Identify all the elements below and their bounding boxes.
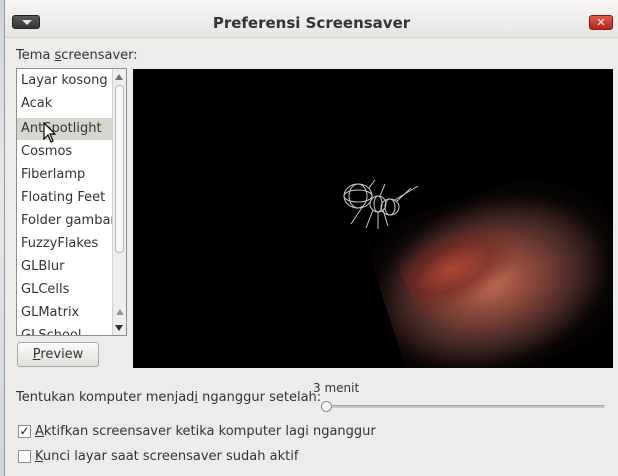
theme-label: Tema screensaver: — [16, 48, 138, 63]
window-title: Preferensi Screensaver — [212, 14, 411, 32]
screensaver-preferences-window: Preferensi Screensaver ✕ Tema screensave… — [4, 0, 618, 476]
list-item[interactable]: Floating Feet — [17, 187, 113, 209]
list-item[interactable]: Layar kosong — [17, 70, 113, 92]
list-item[interactable]: Fiberlamp — [17, 164, 113, 186]
check-mark-icon: ✓ — [19, 424, 30, 438]
scroll-up-step-icon[interactable] — [116, 309, 124, 315]
titlebar: Preferensi Screensaver ✕ — [5, 0, 618, 38]
list-item[interactable]: GLMatrix — [17, 302, 113, 324]
list-item[interactable]: GLBlur — [17, 256, 113, 278]
activate-screensaver-label[interactable]: Aktifkan screensaver ketika komputer lag… — [35, 424, 376, 439]
lock-mnemonic: K — [35, 449, 43, 464]
list-item[interactable]: FuzzyFlakes — [17, 233, 113, 255]
lock-screen-label[interactable]: Kunci layar saat screensaver sudah aktif — [35, 449, 298, 464]
idle-time-slider-handle[interactable] — [321, 401, 332, 412]
theme-label-post: creensaver: — [61, 48, 138, 63]
activate-text: ktifkan screensaver ketika komputer lagi… — [43, 424, 376, 439]
preview-button[interactable]: Preview — [17, 342, 99, 367]
list-item[interactable]: GLSchool — [17, 325, 113, 335]
idle-label-post: nganggur setelah: — [198, 390, 322, 405]
list-scrollbar[interactable] — [112, 69, 126, 335]
scrollbar-thumb[interactable] — [115, 85, 124, 253]
list-item[interactable]: Acak — [17, 93, 113, 115]
lock-screen-checkbox[interactable] — [18, 450, 31, 463]
theme-label-pre: Tema — [16, 48, 55, 63]
preview-label: review — [40, 347, 84, 362]
lock-text: unci layar saat screensaver sudah aktif — [42, 449, 299, 464]
close-button[interactable]: ✕ — [589, 15, 613, 30]
ant-icon — [343, 179, 419, 229]
list-item[interactable]: Folder gambar — [17, 210, 113, 232]
scroll-up-arrow-icon[interactable] — [115, 74, 123, 80]
activate-screensaver-checkbox[interactable]: ✓ — [18, 425, 31, 438]
list-item[interactable]: Cosmos — [17, 141, 113, 163]
idle-time-label: Tentukan komputer menjadi nganggur setel… — [16, 390, 321, 405]
list-item[interactable]: GLCells — [17, 279, 113, 301]
screensaver-theme-list[interactable]: Layar kosong Acak AntSpotlight Cosmos Fi… — [16, 68, 127, 336]
list-item-selected[interactable]: AntSpotlight — [17, 118, 113, 140]
close-icon: ✕ — [596, 16, 606, 29]
screensaver-preview — [133, 69, 613, 368]
idle-label-pre: Tentukan komputer menjad — [16, 390, 195, 405]
idle-time-value: 3 menit — [313, 381, 360, 395]
activate-mnemonic: A — [35, 424, 44, 439]
idle-time-slider[interactable] — [323, 405, 605, 408]
mouse-pointer-icon — [43, 122, 57, 143]
scroll-down-arrow-icon[interactable] — [115, 325, 123, 331]
